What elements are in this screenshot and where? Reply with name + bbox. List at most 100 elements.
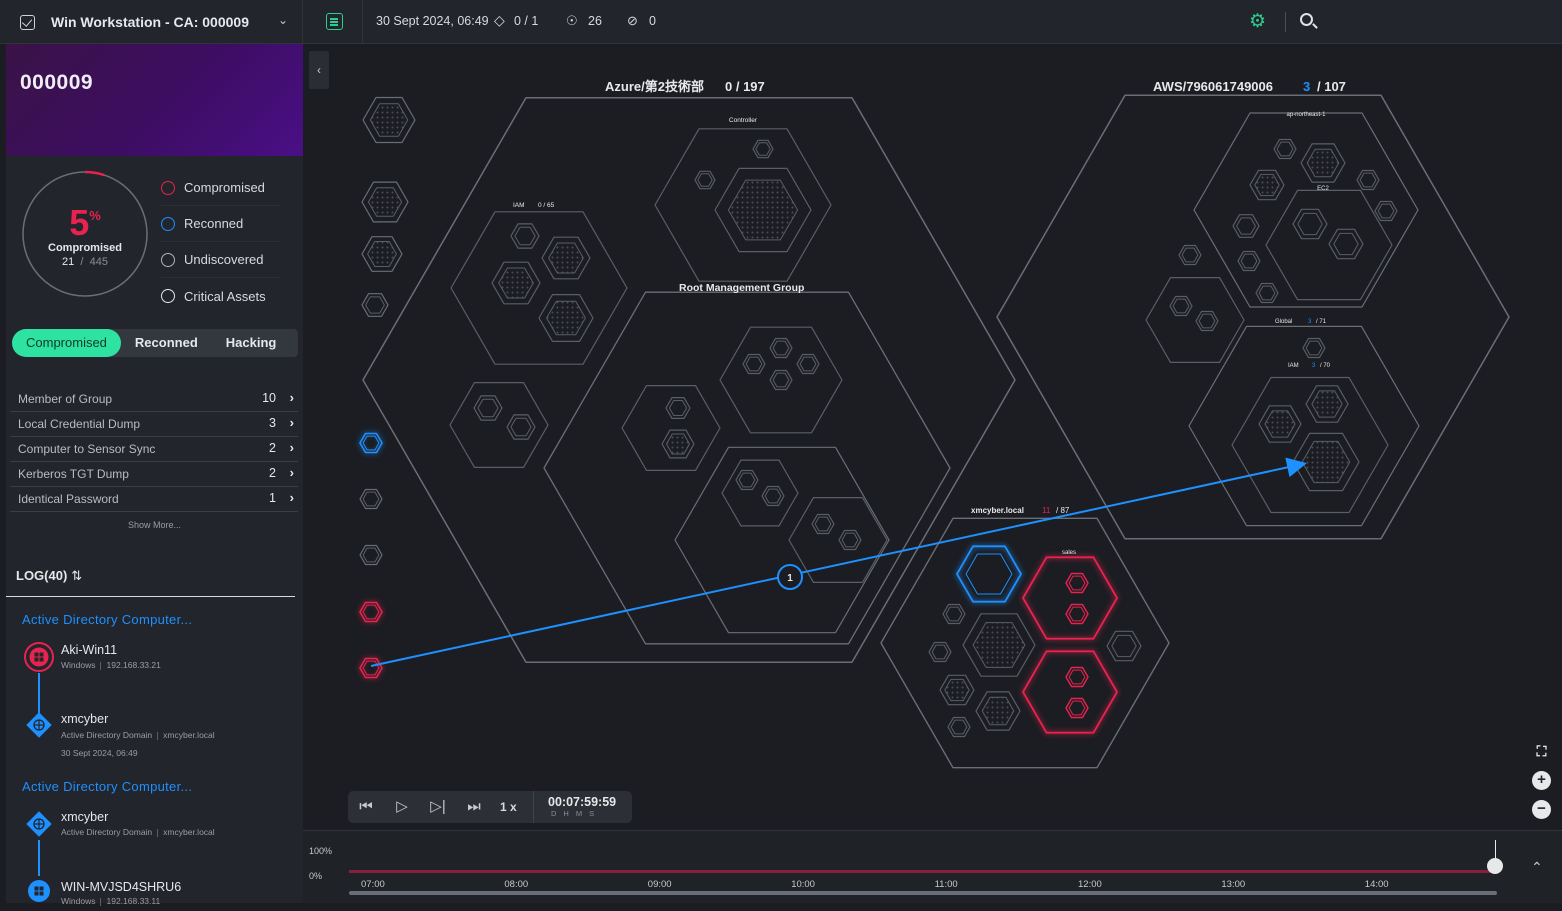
asset-node-hex[interactable]	[548, 242, 584, 274]
windows-icon[interactable]	[24, 642, 54, 672]
asset-node-hex[interactable]	[1068, 669, 1086, 685]
asset-node-hex[interactable]	[755, 142, 771, 156]
tab-hacking[interactable]: Hacking	[212, 329, 291, 357]
chevron-up-icon[interactable]: ⌃	[1531, 859, 1543, 876]
global-label[interactable]: Global	[1275, 319, 1292, 325]
asset-node-hex[interactable]	[362, 491, 380, 507]
timeline[interactable]: 100% 0% 07:00 08:00 09:00 10:00 11:00 12:00 13…	[303, 830, 1562, 903]
asset-node-hex[interactable]	[367, 187, 403, 217]
azure-group-hex[interactable]	[362, 96, 1016, 664]
asset-group-hex[interactable]	[721, 459, 799, 527]
local-domain-title[interactable]: xmcyber.local	[971, 506, 1024, 515]
asset-node-hex[interactable]	[477, 398, 499, 418]
asset-node-hex[interactable]	[369, 103, 409, 137]
technique-row[interactable]: Kerberos TGT Dump 2 ›	[10, 462, 298, 487]
chevron-down-icon[interactable]: ⌄	[278, 13, 288, 27]
asset-node-hex[interactable]	[668, 400, 688, 416]
asset-node-hex[interactable]	[1359, 172, 1377, 188]
asset-node-hex[interactable]	[772, 372, 790, 388]
asset-node-hex[interactable]	[841, 532, 859, 548]
legend-compromised[interactable]: Compromised	[161, 170, 281, 206]
asset-node-hex[interactable]	[1305, 340, 1323, 356]
asset-group-hex[interactable]	[1145, 277, 1245, 363]
asset-node-hex[interactable]	[931, 644, 949, 660]
asset-node-hex[interactable]	[1068, 606, 1086, 622]
technique-row[interactable]: Member of Group 10 ›	[10, 387, 298, 412]
compromised-group-hex[interactable]	[1022, 650, 1118, 734]
iam-label[interactable]: IAM	[513, 202, 525, 209]
technique-row[interactable]: Computer to Sensor Sync 2 ›	[10, 437, 298, 462]
skip-to-end-icon[interactable]: ⏭	[464, 797, 484, 817]
asset-node-hex[interactable]	[1258, 285, 1276, 301]
reconned-group-hex[interactable]	[956, 545, 1022, 603]
asset-node-hex[interactable]	[546, 300, 586, 336]
fit-screen-icon[interactable]: ⛶	[1532, 742, 1551, 761]
show-more-link[interactable]: Show More...	[6, 520, 303, 530]
search-icon[interactable]	[1300, 13, 1313, 26]
asset-node-hex[interactable]	[1301, 440, 1351, 484]
asset-node-hex[interactable]	[1068, 700, 1086, 716]
asset-node-hex[interactable]	[814, 516, 832, 532]
aws-group-hex[interactable]	[996, 94, 1510, 540]
asset-node-hex[interactable]	[362, 547, 380, 563]
log-event-title[interactable]: Active Directory Computer...	[22, 612, 192, 627]
log-node-name[interactable]: xmcyber	[61, 712, 108, 726]
asset-node-hex[interactable]	[1306, 148, 1340, 178]
aws-iam-label[interactable]: IAM	[1288, 363, 1299, 369]
asset-node-hex[interactable]	[365, 296, 385, 314]
asset-node-hex[interactable]	[510, 417, 532, 437]
asset-node-hex[interactable]	[666, 433, 690, 455]
asset-node-hex[interactable]	[1068, 575, 1086, 591]
asset-node-hex[interactable]	[1333, 232, 1359, 256]
windows-icon[interactable]	[24, 876, 54, 906]
sort-icon[interactable]: ⇅	[71, 568, 82, 583]
asset-node-hex[interactable]	[362, 604, 380, 620]
asset-group-hex[interactable]	[674, 446, 890, 634]
asset-node-hex[interactable]	[772, 340, 790, 356]
asset-node-hex[interactable]	[799, 356, 817, 372]
iam-group-hex[interactable]	[450, 211, 628, 365]
asset-node-hex[interactable]	[764, 488, 782, 504]
asset-node-hex[interactable]	[1240, 253, 1258, 269]
domain-icon[interactable]	[24, 710, 54, 740]
log-node-name[interactable]: Aki-Win11	[61, 643, 117, 657]
root-management-group-hex[interactable]	[543, 291, 951, 645]
controller-label[interactable]: Controller	[729, 117, 758, 124]
asset-node-hex[interactable]	[727, 179, 799, 241]
asset-node-hex[interactable]	[944, 678, 970, 702]
log-node-name[interactable]: xmcyber	[61, 810, 108, 824]
asset-node-hex[interactable]	[1297, 212, 1323, 236]
technique-row[interactable]: Local Credential Dump 3 ›	[10, 412, 298, 437]
asset-node-hex[interactable]	[745, 356, 763, 372]
asset-node-hex[interactable]	[965, 553, 1013, 595]
asset-node-hex[interactable]	[498, 267, 534, 299]
ec2-label[interactable]: EC2	[1317, 186, 1329, 192]
playback-speed[interactable]: 1 x	[500, 800, 517, 814]
asset-node-hex[interactable]	[1264, 410, 1296, 438]
root-group-label[interactable]: Root Management Group	[679, 282, 804, 294]
asset-node-hex[interactable]	[1276, 141, 1294, 157]
asset-node-hex[interactable]	[367, 241, 397, 267]
document-icon[interactable]	[326, 13, 343, 30]
legend-reconned[interactable]: Reconned	[161, 206, 281, 242]
sales-group-hex[interactable]	[1022, 556, 1118, 640]
play-icon[interactable]: ▷	[392, 797, 412, 817]
legend-undiscovered[interactable]: Undiscovered	[161, 242, 281, 278]
tab-reconned[interactable]: Reconned	[121, 329, 212, 357]
technique-row[interactable]: Identical Password 1 ›	[10, 487, 298, 512]
asset-node-hex[interactable]	[981, 696, 1015, 726]
region-label[interactable]: ap-northeast-1	[1286, 112, 1326, 118]
asset-node-hex[interactable]	[1111, 634, 1137, 658]
zoom-in-button[interactable]: +	[1532, 771, 1551, 790]
sales-label[interactable]: sales	[1062, 550, 1076, 556]
asset-node-hex[interactable]	[972, 622, 1026, 668]
asset-node-hex[interactable]	[1377, 203, 1395, 219]
asset-node-hex[interactable]	[697, 173, 713, 187]
step-forward-icon[interactable]: ▷|	[428, 797, 448, 817]
asset-node-hex[interactable]	[945, 606, 963, 622]
log-node-name[interactable]: WIN-MVJSD4SHRU6	[61, 880, 181, 894]
asset-node-hex[interactable]	[1311, 390, 1343, 418]
local-domain-hex[interactable]	[880, 517, 1170, 769]
asset-node-hex[interactable]	[1181, 247, 1199, 263]
asset-node-hex[interactable]	[362, 660, 380, 676]
